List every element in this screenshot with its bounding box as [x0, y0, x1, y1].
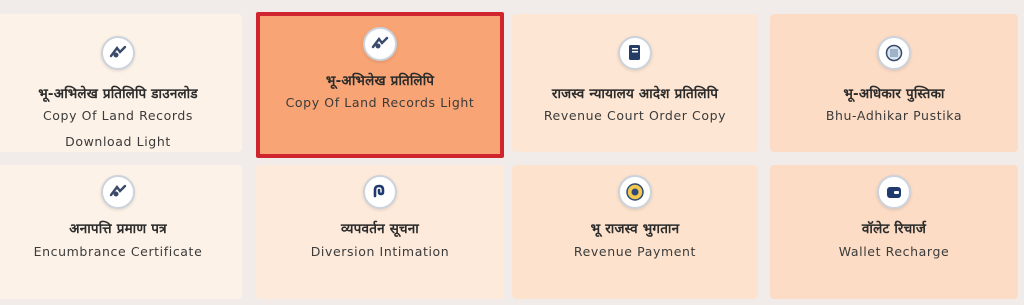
certificate-icon [101, 175, 135, 209]
service-title-hindi: वॉलेट रिचार्ज [861, 221, 927, 237]
service-tile-wallet-recharge[interactable]: वॉलेट रिचार्ज Wallet Recharge [770, 165, 1018, 299]
service-tile-land-records[interactable]: भू-अभिलेख प्रतिलिपि Copy Of Land Records… [256, 12, 504, 158]
service-title-english: Diversion Intimation [310, 244, 450, 259]
service-title-english: Revenue Payment [573, 244, 697, 259]
service-tile-bhu-adhikar[interactable]: भू-अधिकार पुस्तिका Bhu-Adhikar Pustika [770, 14, 1018, 152]
land-records-icon [101, 36, 135, 70]
wallet-icon [877, 175, 911, 209]
court-order-icon [618, 36, 652, 70]
service-tile-land-records-download[interactable]: भू-अभिलेख प्रतिलिपि डाउनलोड Copy Of Land… [0, 14, 242, 152]
service-title-hindi: भू राजस्व भुगतान [590, 221, 680, 237]
service-title-english: Copy Of Land Records Light [285, 95, 475, 110]
land-records-icon [363, 27, 397, 61]
diversion-icon [363, 175, 397, 209]
service-tile-revenue-payment[interactable]: भू राजस्व भुगतान Revenue Payment [512, 165, 758, 299]
service-title-english: Wallet Recharge [838, 244, 950, 259]
service-title-english: Copy Of Land Records Download Light [42, 108, 194, 149]
service-title-hindi: राजस्व न्यायालय आदेश प्रतिलिपि [551, 86, 719, 102]
service-title-hindi: भू-अभिलेख प्रतिलिपि डाउनलोड [38, 86, 198, 102]
service-title-english: Bhu-Adhikar Pustika [825, 108, 963, 123]
book-icon [877, 36, 911, 70]
service-tile-court-order[interactable]: राजस्व न्यायालय आदेश प्रतिलिपि Revenue C… [512, 14, 758, 152]
service-title-hindi: भू-अधिकार पुस्तिका [843, 86, 945, 102]
service-title-english: Encumbrance Certificate [33, 244, 203, 259]
service-title-hindi: व्यपवर्तन सूचना [341, 221, 419, 237]
service-tile-diversion[interactable]: व्यपवर्तन सूचना Diversion Intimation [256, 165, 504, 299]
service-title-english: Revenue Court Order Copy [543, 108, 727, 123]
service-title-hindi: भू-अभिलेख प्रतिलिपि [325, 73, 435, 89]
payment-icon [618, 175, 652, 209]
service-title-hindi: अनापत्ति प्रमाण पत्र [69, 221, 167, 237]
services-grid: भू-अभिलेख प्रतिलिपि डाउनलोड Copy Of Land… [0, 0, 1024, 305]
service-tile-encumbrance[interactable]: अनापत्ति प्रमाण पत्र Encumbrance Certifi… [0, 165, 242, 299]
